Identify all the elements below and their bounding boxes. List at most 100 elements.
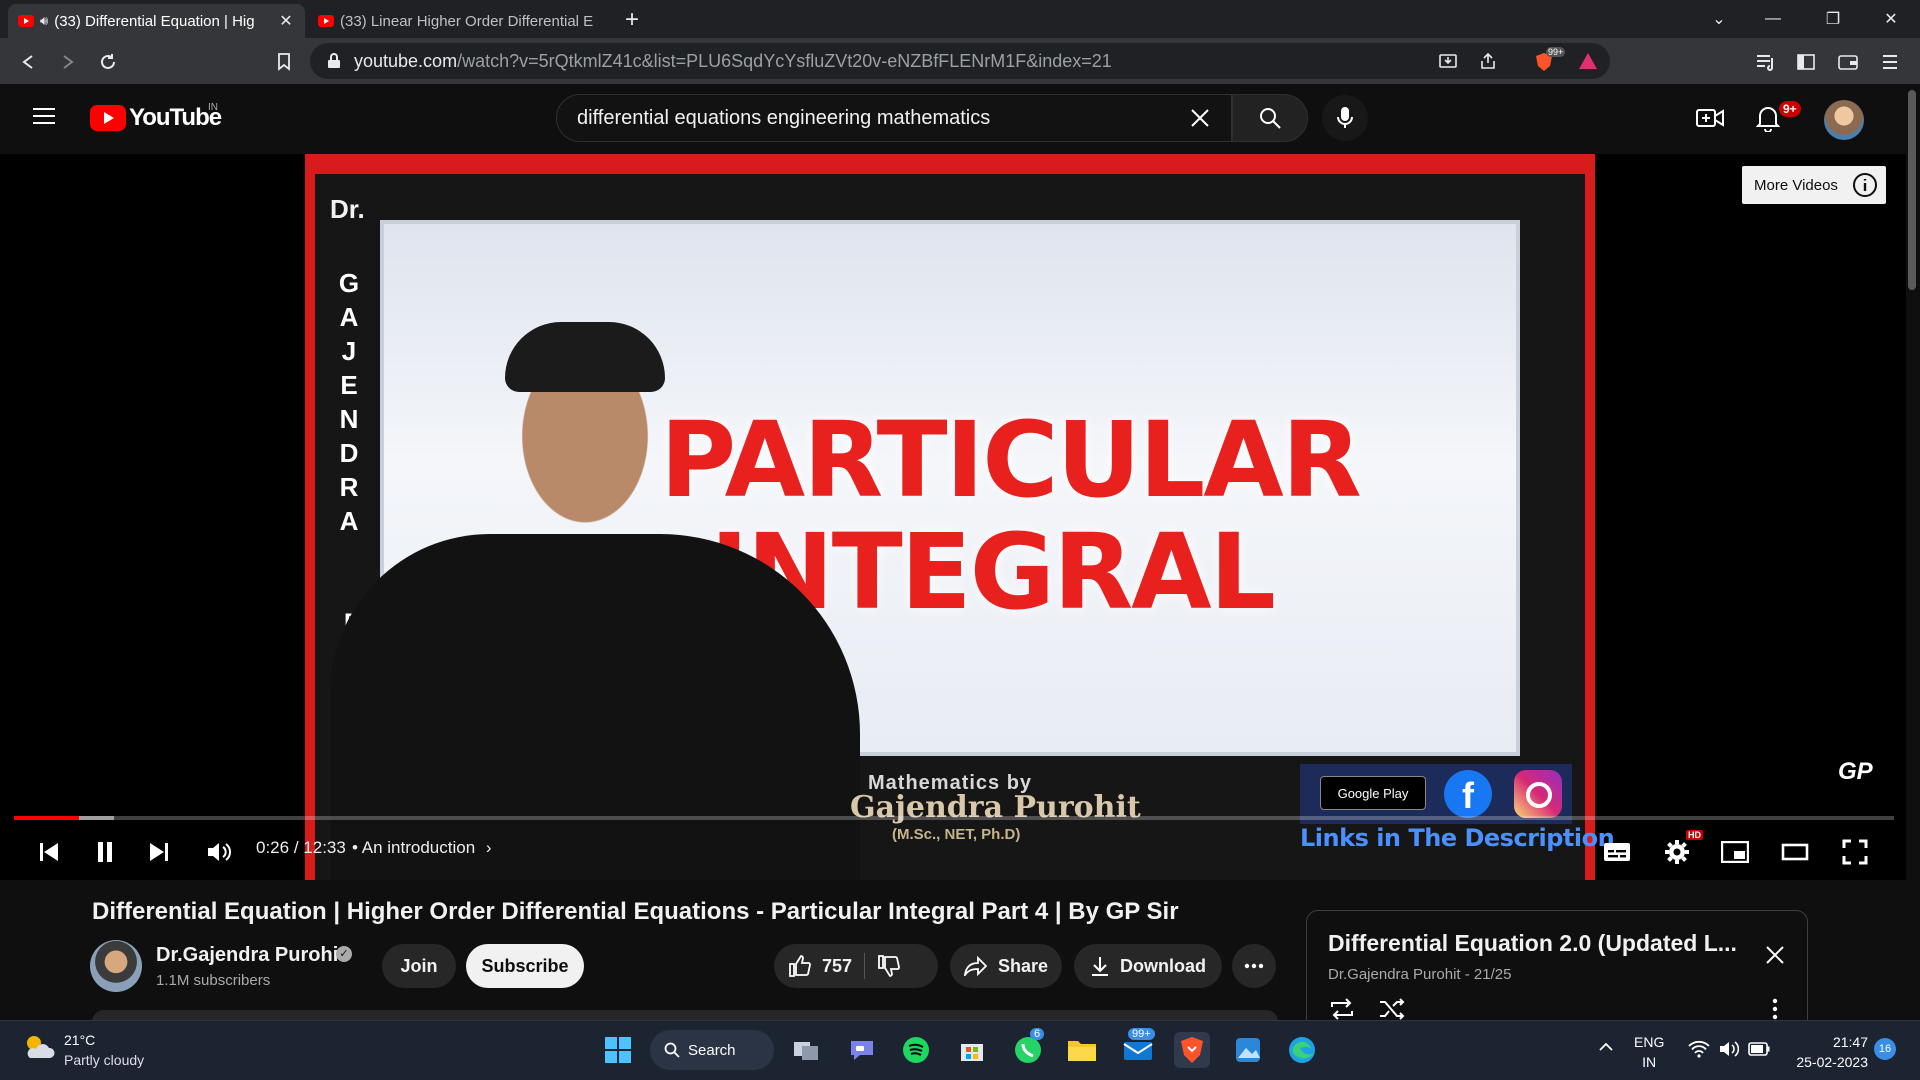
tab-close-icon[interactable]: ✕	[277, 11, 295, 31]
weather-widget[interactable]	[22, 1032, 56, 1062]
presenter-figure	[330, 534, 860, 880]
chapter-label: An introduction	[361, 838, 476, 857]
new-tab-button[interactable]: +	[620, 6, 644, 34]
thumbs-down-icon	[878, 955, 900, 977]
create-video-icon[interactable]	[1696, 106, 1724, 130]
download-button[interactable]: Download	[1074, 944, 1222, 988]
close-window-button[interactable]: ✕	[1868, 0, 1914, 38]
search-input[interactable]: differential equations engineering mathe…	[556, 94, 1232, 142]
restore-button[interactable]: ❐	[1810, 0, 1856, 38]
reload-button[interactable]	[94, 48, 122, 76]
gp-watermark-logo: GP	[1838, 758, 1873, 785]
account-avatar[interactable]	[1824, 100, 1864, 140]
dr-label: Dr.	[330, 194, 365, 224]
search-query: differential equations engineering mathe…	[577, 106, 991, 129]
install-app-icon[interactable]	[1438, 51, 1458, 71]
share-page-icon[interactable]	[1478, 51, 1498, 71]
show-hidden-icons-chevron[interactable]	[1598, 1042, 1614, 1052]
battery-icon[interactable]	[1748, 1042, 1770, 1056]
speaker-volume-icon[interactable]	[1718, 1040, 1740, 1058]
wifi-icon[interactable]	[1688, 1040, 1710, 1058]
windows-logo-icon	[605, 1037, 631, 1063]
pause-icon	[98, 842, 112, 862]
task-view-icon[interactable]	[788, 1032, 824, 1068]
voice-search-button[interactable]	[1322, 95, 1368, 141]
region-code: IN	[208, 102, 218, 113]
loop-playlist-icon[interactable]	[1328, 998, 1356, 1020]
more-actions-button[interactable]	[1232, 944, 1276, 988]
microsoft-store-icon[interactable]	[954, 1032, 990, 1068]
back-button[interactable]	[14, 48, 42, 76]
mail-badge: 99+	[1128, 1028, 1155, 1040]
search-icon	[1260, 108, 1281, 129]
tab-inactive[interactable]: (33) Linear Higher Order Differential E	[308, 4, 604, 38]
search-button[interactable]	[1232, 94, 1308, 142]
photos-app-icon[interactable]	[1230, 1032, 1266, 1068]
qualifications-label: (M.Sc., NET, Ph.D)	[892, 826, 1021, 843]
clear-search-icon[interactable]	[1189, 107, 1211, 129]
tab-active[interactable]: 🔊︎ (33) Differential Equation | Hig ✕	[8, 4, 305, 38]
youtube-favicon-icon	[18, 15, 34, 27]
miniplayer-icon	[1721, 841, 1749, 863]
browser-menu-icon[interactable]	[1876, 48, 1904, 76]
start-button[interactable]	[600, 1032, 636, 1068]
subtitles-button[interactable]	[1600, 834, 1634, 870]
video-player[interactable]: PARTICULAR INTEGRAL Dr. G A J E N D R A …	[0, 154, 1906, 880]
dislike-button[interactable]	[877, 954, 901, 978]
youtube-logo[interactable]: YouTube IN	[90, 102, 222, 132]
time-display: 0:26 / 12:33	[256, 838, 346, 858]
notification-center-badge[interactable]: 16	[1874, 1038, 1896, 1060]
chapter-title[interactable]: • An introduction ›	[352, 838, 492, 858]
close-playlist-icon[interactable]	[1764, 944, 1786, 966]
playlist-title[interactable]: Differential Equation 2.0 (Updated L...	[1328, 930, 1737, 957]
address-bar[interactable]: youtube.com/watch?v=5rQtkmlZ41c&list=PLU…	[310, 43, 1610, 79]
lock-icon[interactable]	[327, 53, 341, 69]
clock-time: 21:47	[1832, 1034, 1868, 1050]
forward-button[interactable]	[54, 48, 82, 76]
brave-rewards-icon[interactable]	[1578, 51, 1598, 71]
brave-shields-badge: 99+	[1546, 47, 1566, 57]
more-videos-label: More Videos	[1754, 176, 1838, 194]
join-button[interactable]: Join	[382, 944, 456, 988]
fullscreen-button[interactable]	[1838, 834, 1872, 870]
subtitles-icon	[1604, 843, 1630, 861]
channel-name[interactable]: Dr.Gajendra Purohit	[156, 944, 345, 967]
system-clock[interactable]: 21:47 25-02-2023	[1784, 1032, 1868, 1072]
speaker-icon[interactable]: 🔊︎	[40, 13, 48, 29]
page-scrollbar-thumb[interactable]	[1908, 90, 1916, 290]
vertical-letter: G	[338, 268, 360, 298]
next-video-button[interactable]	[144, 834, 174, 870]
verified-badge-icon: ✓	[336, 946, 352, 962]
bookmark-icon[interactable]	[270, 48, 298, 76]
tab-search-chevron-icon[interactable]: ⌄	[1696, 0, 1742, 38]
edge-browser-icon[interactable]	[1284, 1032, 1320, 1068]
share-button[interactable]: Share	[950, 944, 1062, 988]
volume-button[interactable]	[202, 834, 236, 870]
brave-browser-icon[interactable]	[1174, 1032, 1210, 1068]
shuffle-icon[interactable]	[1378, 998, 1406, 1020]
minimize-button[interactable]: —	[1750, 0, 1796, 38]
file-explorer-icon[interactable]	[1064, 1032, 1100, 1068]
taskbar-search[interactable]: Search	[650, 1030, 774, 1070]
channel-avatar[interactable]	[90, 940, 142, 992]
wallet-icon[interactable]	[1834, 48, 1862, 76]
guide-menu-icon[interactable]	[32, 106, 56, 126]
previous-video-button[interactable]	[34, 834, 64, 870]
playlist-media-icon[interactable]	[1752, 48, 1780, 76]
sidebar-icon[interactable]	[1792, 48, 1820, 76]
pause-button[interactable]	[90, 834, 120, 870]
input-language[interactable]: ENG IN	[1634, 1032, 1664, 1072]
notifications-bell-icon[interactable]	[1756, 104, 1780, 132]
teams-chat-icon[interactable]	[844, 1032, 880, 1068]
weather-description: Partly cloudy	[64, 1052, 145, 1068]
subscribe-button[interactable]: Subscribe	[466, 944, 584, 988]
like-count: 757	[822, 955, 853, 976]
spotify-icon[interactable]	[898, 1032, 934, 1068]
miniplayer-button[interactable]	[1718, 834, 1752, 870]
like-button[interactable]: 757	[788, 954, 852, 978]
progress-bar[interactable]	[14, 816, 1894, 820]
playlist-menu-icon[interactable]	[1772, 998, 1778, 1020]
more-videos-button[interactable]: More Videos	[1742, 166, 1886, 204]
theater-mode-button[interactable]	[1778, 834, 1812, 870]
fullscreen-icon	[1842, 839, 1868, 865]
